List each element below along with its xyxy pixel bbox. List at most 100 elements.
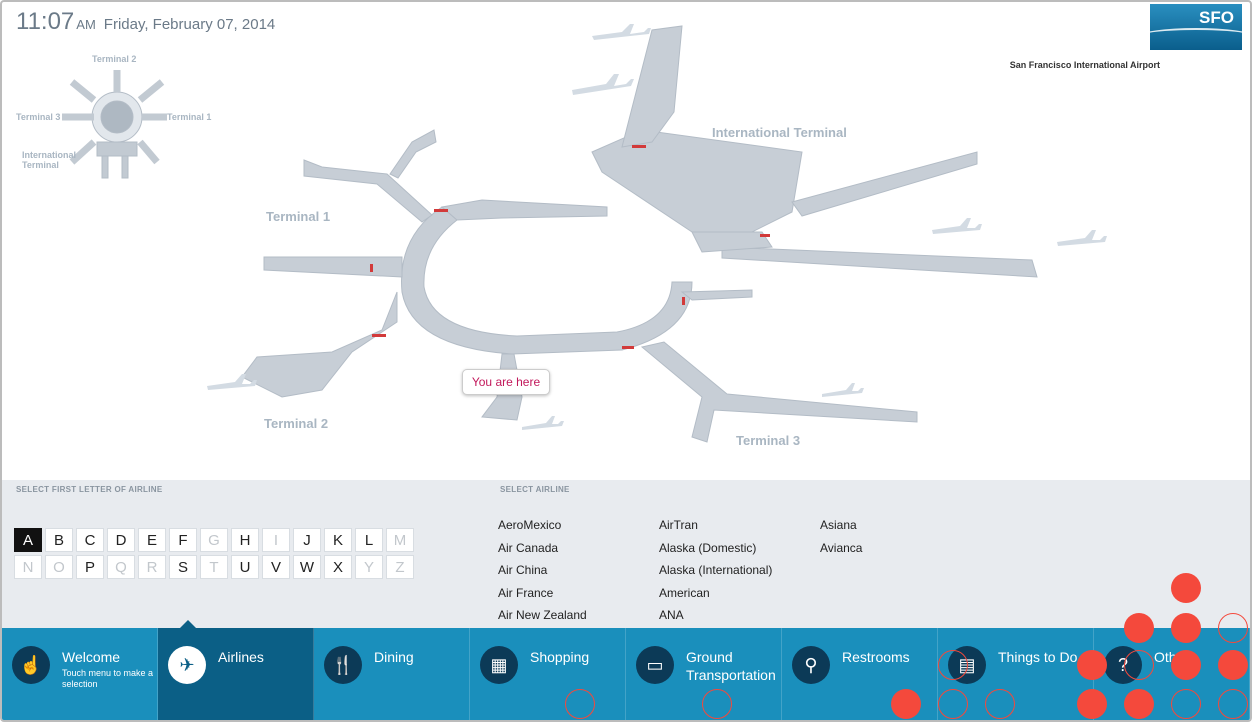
letter-button-g: G: [200, 528, 228, 552]
overlay-dot: [1124, 689, 1154, 719]
airplane-icon: ✈: [168, 646, 206, 684]
nav-item-label: Shopping: [530, 646, 589, 666]
minimap-terminal-3: Terminal 3: [16, 112, 61, 122]
overlay-dot: [1171, 613, 1201, 643]
overlay-dot: [1218, 613, 1248, 643]
nav-item-label: Things to Do: [998, 646, 1077, 666]
overlay-dot: [1171, 689, 1201, 719]
letter-button-o: O: [45, 555, 73, 579]
letter-button-s[interactable]: S: [169, 555, 197, 579]
airline-item[interactable]: AeroMexico: [498, 514, 659, 537]
minimap-terminal-1: Terminal 1: [167, 112, 212, 122]
letter-button-k[interactable]: K: [324, 528, 352, 552]
airline-item[interactable]: Alaska (International): [659, 559, 820, 582]
nav-item-airlines[interactable]: ✈ Airlines: [158, 620, 314, 720]
overlay-dot: [1218, 689, 1248, 719]
overlay-dot: [891, 689, 921, 719]
clock-date: Friday, February 07, 2014: [103, 16, 276, 33]
airline-item[interactable]: Avianca: [820, 537, 981, 560]
letter-row-1: ABCDEFGHIJKLM: [14, 528, 464, 552]
terminal-3-label: Terminal 3: [736, 433, 801, 448]
overlay-dot: [702, 689, 732, 719]
letter-button-h[interactable]: H: [231, 528, 259, 552]
letter-button-t: T: [200, 555, 228, 579]
letter-button-f[interactable]: F: [169, 528, 197, 552]
letter-button-d[interactable]: D: [107, 528, 135, 552]
clock-ampm: AM: [76, 17, 96, 32]
nav-item-label: Airlines: [218, 646, 264, 666]
overlay-dot: [565, 689, 595, 719]
airline-item[interactable]: Air Canada: [498, 537, 659, 560]
letter-button-e[interactable]: E: [138, 528, 166, 552]
letter-button-v[interactable]: V: [262, 555, 290, 579]
letter-button-q: Q: [107, 555, 135, 579]
airline-item[interactable]: Air New Zealand: [498, 604, 659, 627]
airport-map[interactable]: Terminal 2 Terminal 3 Terminal 1 Interna…: [2, 2, 1250, 480]
nav-label-text: Restrooms: [842, 649, 910, 665]
nav-item-shopping[interactable]: ▦ Shopping: [470, 628, 626, 720]
terminal-1-label: Terminal 1: [266, 209, 331, 224]
airline-item[interactable]: ANA: [659, 604, 820, 627]
sfo-logo: SFO: [1150, 4, 1242, 50]
overlay-dot: [1218, 650, 1248, 680]
airline-item[interactable]: American: [659, 582, 820, 605]
nav-item-label: Welcome Touch menu to make a selection: [62, 646, 157, 690]
touch-icon: ☝: [12, 646, 50, 684]
terminal-2-label: Terminal 2: [264, 416, 329, 431]
minimap-international: International Terminal: [22, 150, 77, 170]
nav-label-text: Dining: [374, 649, 414, 665]
airport-name: San Francisco International Airport: [1009, 60, 1160, 70]
clock-time: 11:07: [16, 8, 75, 35]
letter-button-l[interactable]: L: [355, 528, 383, 552]
letter-button-i: I: [262, 528, 290, 552]
letter-button-u[interactable]: U: [231, 555, 259, 579]
restroom-icon: ⚲: [792, 646, 830, 684]
logo-swoosh: [1150, 28, 1242, 44]
nav-label-text: Shopping: [530, 649, 590, 665]
letter-button-r: R: [138, 555, 166, 579]
letter-picker: ABCDEFGHIJKLM NOPQRSTUVWXYZ: [14, 528, 464, 582]
letter-button-j[interactable]: J: [293, 528, 321, 552]
overlay-dot: [985, 689, 1015, 719]
nav-item-label: Dining: [374, 646, 414, 666]
nav-label-text: Welcome: [62, 649, 121, 665]
airline-list: AeroMexico Air Canada Air China Air France A…: [498, 514, 981, 627]
bottom-nav: ☝ Welcome Touch menu to make a selection ✈ A…: [2, 620, 1250, 720]
letters-heading: SELECT FIRST LETTER OF AIRLINE: [16, 485, 163, 494]
overlay-dot: [1077, 689, 1107, 719]
nav-item-label: Ground Transportation: [686, 646, 781, 684]
airline-item[interactable]: Air France: [498, 582, 659, 605]
letter-button-c[interactable]: C: [76, 528, 104, 552]
overlay-dot: [1171, 650, 1201, 680]
overlay-dot: [938, 650, 968, 680]
airlines-heading: SELECT AIRLINE: [500, 485, 570, 494]
letter-button-b[interactable]: B: [45, 528, 73, 552]
overlay-dot: [1171, 573, 1201, 603]
letter-row-2: NOPQRSTUVWXYZ: [14, 555, 464, 579]
letter-button-p[interactable]: P: [76, 555, 104, 579]
airline-column: AirTran Alaska (Domestic) Alaska (Internat…: [659, 514, 820, 627]
letter-button-x[interactable]: X: [324, 555, 352, 579]
letter-button-n: N: [14, 555, 42, 579]
airline-column: AeroMexico Air Canada Air China Air France A…: [498, 514, 659, 627]
airline-selection-panel: SELECT FIRST LETTER OF AIRLINE SELECT AI…: [2, 480, 1250, 628]
nav-item-welcome[interactable]: ☝ Welcome Touch menu to make a selection: [2, 628, 158, 720]
airline-item[interactable]: AirTran: [659, 514, 820, 537]
fork-knife-icon: 🍴: [324, 646, 362, 684]
overlay-dot: [1124, 613, 1154, 643]
nav-label-text: Things to Do: [998, 649, 1078, 665]
airline-item[interactable]: Asiana: [820, 514, 981, 537]
nav-item-dining[interactable]: 🍴 Dining: [314, 628, 470, 720]
letter-button-w[interactable]: W: [293, 555, 321, 579]
car-bus-icon: ▭: [636, 646, 674, 684]
airline-column: Asiana Avianca: [820, 514, 981, 627]
logo-text: SFO: [1199, 8, 1234, 27]
nav-sublabel: Touch menu to make a selection: [62, 668, 154, 689]
airline-item[interactable]: Air China: [498, 559, 659, 582]
kiosk-screen: Terminal 2 Terminal 3 Terminal 1 Interna…: [0, 0, 1252, 722]
terminal-map-drawing: [62, 24, 1107, 443]
letter-button-a[interactable]: A: [14, 528, 42, 552]
nav-item-label: Restrooms: [842, 646, 910, 666]
airline-item[interactable]: Alaska (Domestic): [659, 537, 820, 560]
letter-button-y: Y: [355, 555, 383, 579]
